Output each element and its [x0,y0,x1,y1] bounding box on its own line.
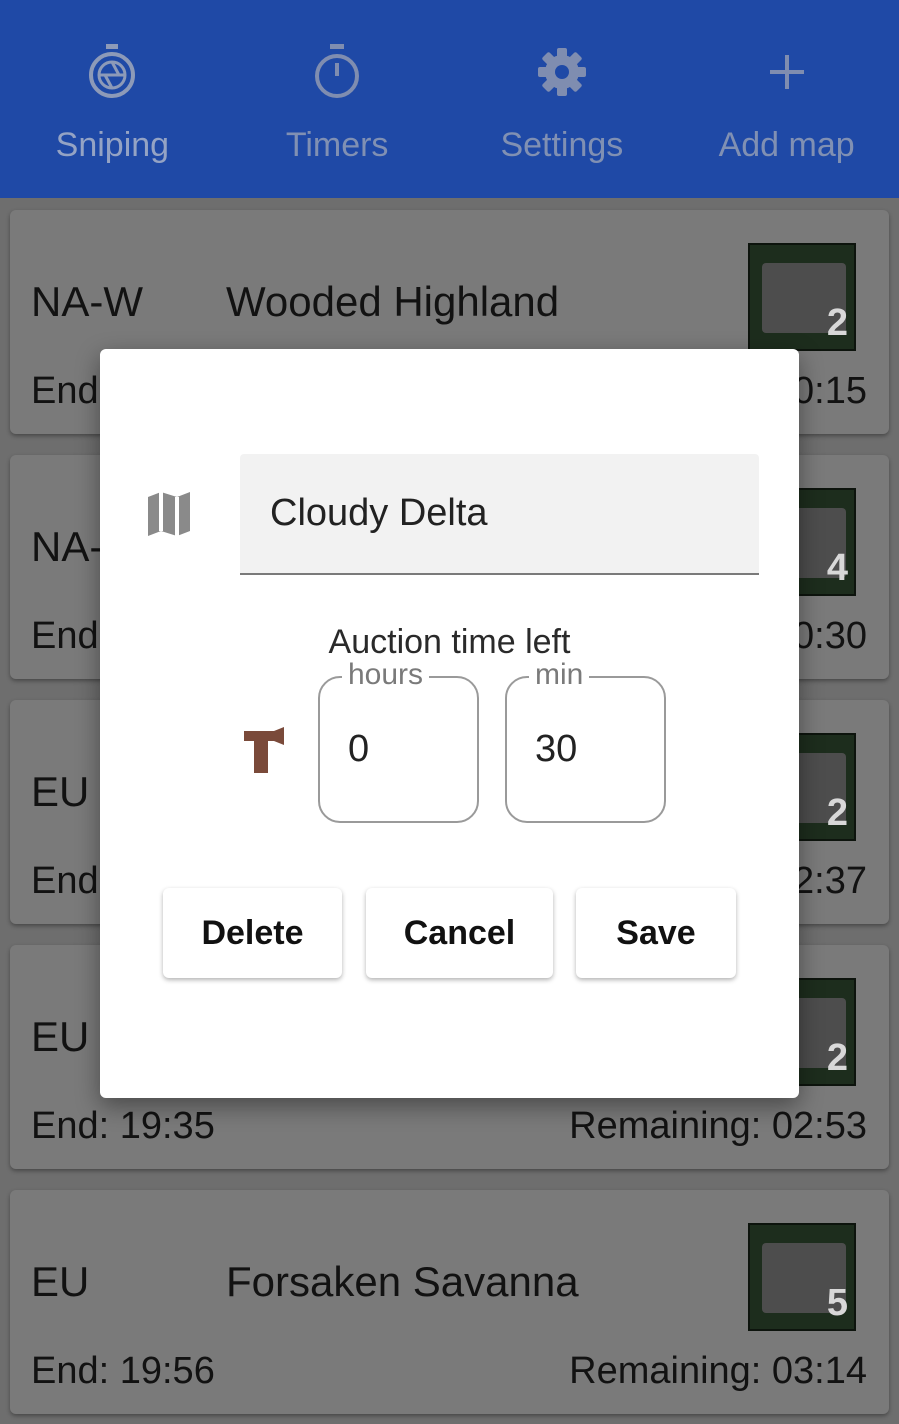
card-remaining-time: Remaining: 03:14 [569,1350,867,1392]
card-region: EU [31,1258,90,1305]
chest-count: 2 [826,1037,848,1079]
hours-input[interactable] [320,678,477,821]
minutes-input[interactable] [507,678,664,821]
chest-count: 4 [826,547,848,589]
plus-icon [755,40,819,104]
card-region: NA- [31,523,104,570]
auction-time-title: Auction time left [328,623,571,661]
card-end-time: End: 19:56 [31,1350,215,1392]
card-region: EU [31,768,90,815]
minutes-field[interactable]: min [505,658,666,823]
chest-thumbnail: 2 [748,243,856,351]
card-end-time: End [31,615,99,657]
hours-field[interactable]: hours [318,658,479,823]
tab-timers-label: Timers [285,126,389,164]
chest-thumbnail: 5 [748,1223,856,1331]
cancel-button[interactable]: Cancel [366,888,553,978]
stopwatch-icon [305,40,369,104]
tab-add-map[interactable]: Add map [674,0,899,198]
card-region: NA-W [31,278,143,325]
tab-sniping-label: Sniping [55,126,170,164]
map-name-input[interactable] [240,454,759,573]
tab-settings-label: Settings [500,126,624,164]
chest-count: 2 [826,302,848,344]
card-remaining-time: 0:15 [793,370,867,412]
tab-timers[interactable]: Timers [225,0,450,198]
top-tab-bar: Sniping Timers Settings Add map [0,0,899,198]
card-end-time: End [31,860,99,902]
gear-icon [530,40,594,104]
card-end-time: End [31,370,99,412]
map-name-field[interactable] [240,454,759,575]
card-end-time: End: 19:35 [31,1105,215,1147]
card-region: EU [31,1013,90,1060]
camera-shutter-icon [80,40,144,104]
delete-button[interactable]: Delete [163,888,342,978]
chest-count: 5 [826,1282,848,1324]
save-button[interactable]: Save [576,888,736,978]
edit-timer-dialog: Auction time left hours min Delete Cance… [100,349,799,1098]
auction-card[interactable]: EU Forsaken Savanna End: 19:56 Remaining… [10,1190,889,1414]
card-remaining-time: 0:30 [793,615,867,657]
tab-settings[interactable]: Settings [450,0,675,198]
card-map-name: Wooded Highland [226,278,560,325]
card-remaining-time: 2:37 [793,860,867,902]
hammer-icon [242,727,286,775]
tab-add-map-label: Add map [718,126,855,164]
card-map-name: Forsaken Savanna [226,1258,579,1305]
chest-count: 2 [826,792,848,834]
map-icon [144,489,194,539]
card-remaining-time: Remaining: 02:53 [569,1105,867,1147]
tab-sniping[interactable]: Sniping [0,0,225,198]
